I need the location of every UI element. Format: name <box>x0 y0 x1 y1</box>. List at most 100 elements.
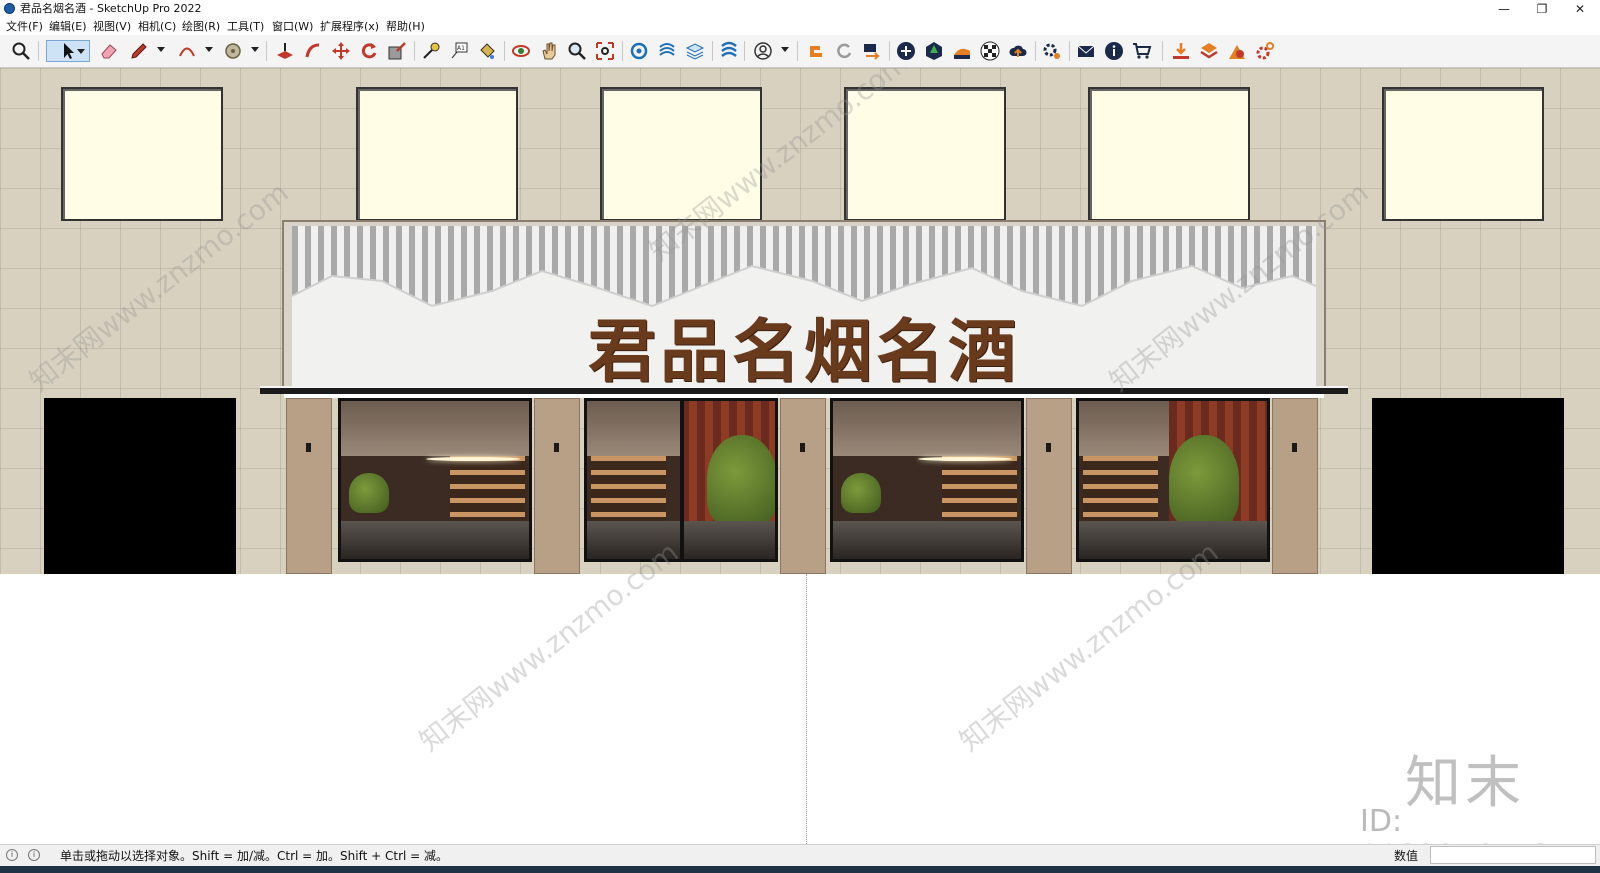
upper-window <box>1382 87 1544 221</box>
scale-icon[interactable] <box>386 40 408 62</box>
model-viewport[interactable]: 君品名烟名酒 知末网www.znzmo.com 知末网www.znzmo.com… <box>0 68 1600 844</box>
text-label-icon[interactable]: A1 <box>448 40 470 62</box>
toolbar-separator <box>889 41 890 61</box>
toolbar-separator <box>1162 41 1163 61</box>
upper-window <box>61 87 223 221</box>
refresh-icon[interactable] <box>833 40 855 62</box>
toolbar-separator <box>1035 41 1036 61</box>
minimize-button[interactable]: — <box>1487 0 1521 18</box>
export-icon[interactable] <box>861 40 883 62</box>
menu-bar: 文件(F) 编辑(E) 视图(V) 相机(C) 绘图(R) 工具(T) 窗口(W… <box>0 18 1600 35</box>
menu-extensions[interactable]: 扩展程序(x) <box>320 19 379 34</box>
select-tool-button[interactable] <box>46 40 90 62</box>
menu-tools[interactable]: 工具(T) <box>227 19 264 34</box>
toolbar-separator <box>414 41 415 61</box>
toolbar: A1 <box>0 35 1600 68</box>
layers-icon[interactable] <box>684 40 706 62</box>
styles-icon[interactable] <box>718 40 740 62</box>
title-bar: 君品名烟名酒 - SketchUp Pro 2022 — ❐ ✕ <box>0 0 1600 18</box>
watermark-id: ID: 1182946573 <box>1360 804 1551 844</box>
pencil-icon[interactable] <box>128 40 150 62</box>
tape-measure-icon[interactable] <box>420 40 442 62</box>
move-icon[interactable] <box>330 40 352 62</box>
mail-icon[interactable] <box>1075 40 1097 62</box>
status-bar: i i 单击或拖动以选择对象。Shift = 加/减。Ctrl = 加。Shif… <box>0 844 1600 867</box>
storefront-window <box>830 398 1024 562</box>
chevron-down-icon[interactable] <box>205 47 213 52</box>
chevron-down-icon[interactable] <box>157 47 165 52</box>
zoom-icon[interactable] <box>566 40 588 62</box>
upper-window <box>1088 87 1250 221</box>
menu-file[interactable]: 文件(F) <box>6 19 43 34</box>
dark-doorway <box>44 398 236 574</box>
sketchup-app-icon <box>4 3 15 14</box>
settings-icon[interactable] <box>1041 40 1063 62</box>
arc-icon[interactable] <box>176 40 198 62</box>
extension-icon[interactable] <box>656 40 678 62</box>
info-icon[interactable] <box>1103 40 1125 62</box>
search-icon[interactable] <box>10 40 32 62</box>
status-hint: 单击或拖动以选择对象。Shift = 加/减。Ctrl = 加。Shift + … <box>60 849 449 863</box>
toolbar-separator <box>622 41 623 61</box>
sandbox-icon[interactable] <box>951 40 973 62</box>
pan-icon[interactable] <box>538 40 560 62</box>
chevron-down-icon[interactable] <box>781 47 789 52</box>
taskbar-strip <box>0 866 1600 873</box>
orbit-icon[interactable] <box>510 40 532 62</box>
follow-me-icon[interactable] <box>302 40 324 62</box>
measurements-input[interactable] <box>1430 846 1596 864</box>
component-icon[interactable] <box>1198 40 1220 62</box>
download-icon[interactable] <box>1170 40 1192 62</box>
extension-warehouse-icon[interactable] <box>805 40 827 62</box>
maximize-button[interactable]: ❐ <box>1525 0 1559 18</box>
storefront-window <box>338 398 532 562</box>
svg-text:A1: A1 <box>457 45 465 52</box>
window-title: 君品名烟名酒 - SketchUp Pro 2022 <box>20 2 202 15</box>
menu-edit[interactable]: 编辑(E) <box>49 19 87 34</box>
close-button[interactable]: ✕ <box>1563 0 1597 18</box>
paint-bucket-icon[interactable] <box>476 40 498 62</box>
chevron-down-icon[interactable] <box>251 47 259 52</box>
toolbar-separator <box>744 41 745 61</box>
rotate-icon[interactable] <box>358 40 380 62</box>
facade-pillar <box>1272 398 1318 574</box>
warehouse-icon[interactable] <box>628 40 650 62</box>
ground-axis-line <box>806 574 807 844</box>
storefront-window <box>1076 398 1270 562</box>
toolbar-separator <box>797 41 798 61</box>
menu-help[interactable]: 帮助(H) <box>386 19 425 34</box>
checker-icon[interactable] <box>979 40 1001 62</box>
toolbar-separator <box>1069 41 1070 61</box>
cart-icon[interactable] <box>1131 40 1153 62</box>
dark-doorway <box>1372 398 1564 574</box>
storefront-window <box>584 398 778 562</box>
cloud-upload-icon[interactable] <box>1007 40 1029 62</box>
circle-icon[interactable] <box>222 40 244 62</box>
gear-icon[interactable] <box>1254 40 1276 62</box>
chevron-down-icon[interactable] <box>77 49 85 54</box>
info-icon[interactable]: i <box>28 849 40 861</box>
menu-camera[interactable]: 相机(C) <box>138 19 176 34</box>
select-arrow-icon <box>64 43 74 59</box>
menu-window[interactable]: 窗口(W) <box>272 19 313 34</box>
upper-window <box>356 87 518 221</box>
canopy-beam <box>260 386 1348 394</box>
eraser-icon[interactable] <box>98 40 120 62</box>
account-icon[interactable] <box>752 40 774 62</box>
render-icon[interactable] <box>1226 40 1248 62</box>
facade-pillar <box>780 398 826 574</box>
facade-pillar <box>1026 398 1072 574</box>
facade-pillar <box>286 398 332 574</box>
facade-pillar <box>534 398 580 574</box>
geo-location-icon[interactable]: i <box>6 849 18 861</box>
zoom-extents-icon[interactable] <box>594 40 616 62</box>
push-pull-icon[interactable] <box>274 40 296 62</box>
measurements-label: 数值 <box>1394 849 1419 863</box>
toolbar-separator <box>266 41 267 61</box>
menu-view[interactable]: 视图(V) <box>93 19 131 34</box>
menu-draw[interactable]: 绘图(R) <box>182 19 220 34</box>
add-icon[interactable] <box>895 40 917 62</box>
tree-icon[interactable] <box>923 40 945 62</box>
toolbar-separator <box>504 41 505 61</box>
toolbar-separator <box>38 41 39 61</box>
